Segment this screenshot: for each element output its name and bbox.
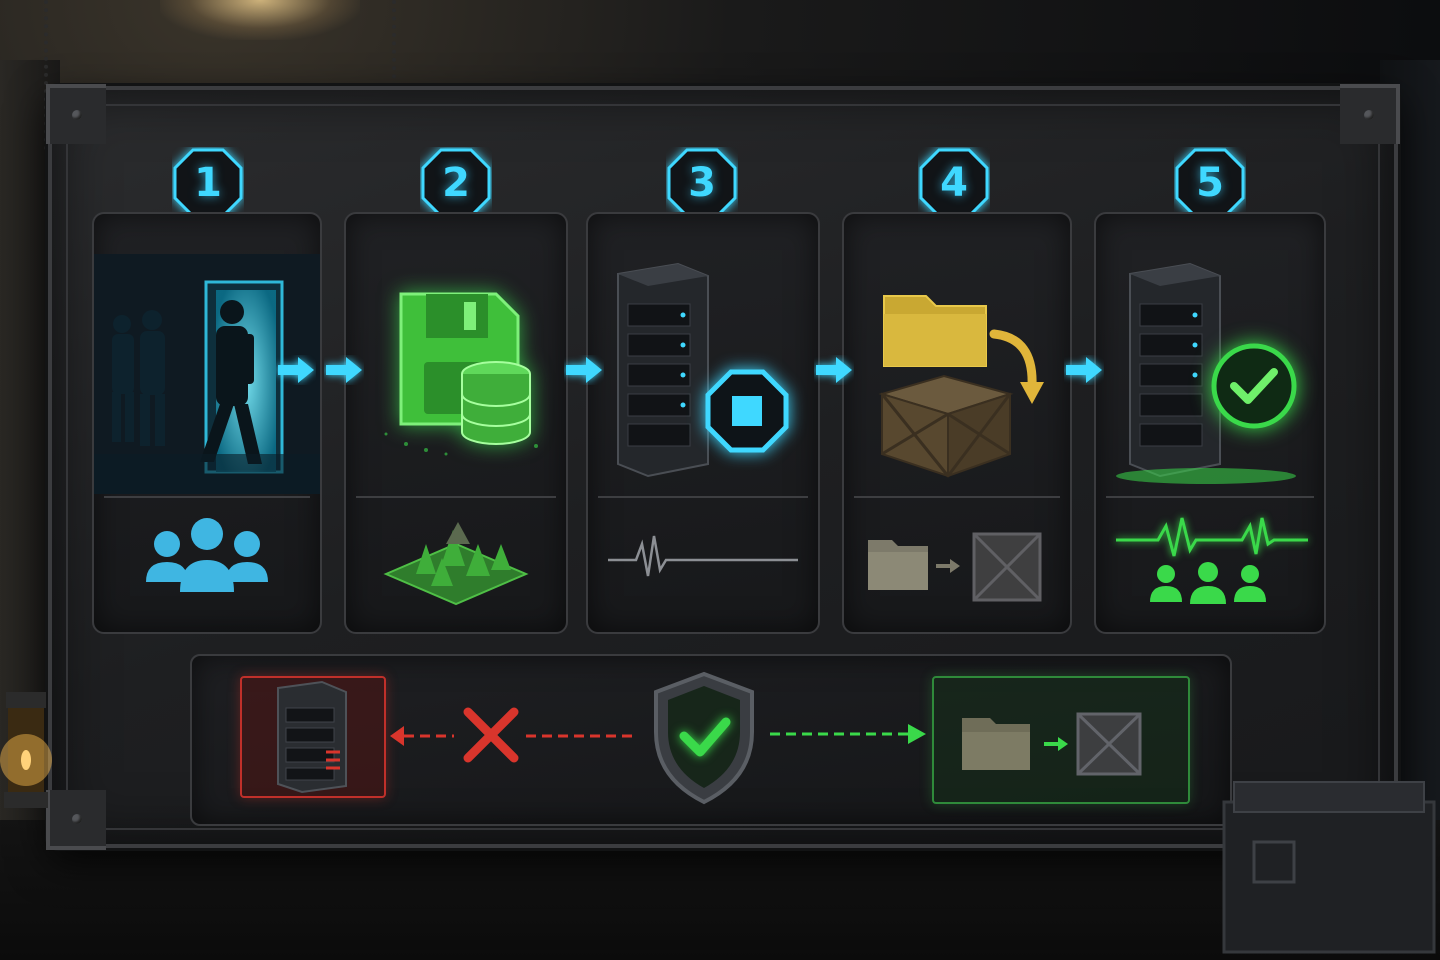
lantern-icon [0,692,52,808]
step-number: 2 [442,160,470,206]
server-stop-icon [617,262,789,478]
rivet [72,814,82,824]
heartbeat-users-icon [1116,517,1308,604]
folder-to-crate-icon [962,712,1142,776]
arrow-right-icon [1066,357,1102,383]
step-2-badge: 2 [420,147,492,219]
panel-divider [598,496,808,498]
step-3-panel [586,212,820,634]
server-check-icon [1116,262,1297,484]
bad-outcome-box [240,676,386,798]
rivet [1364,110,1374,120]
server-error-icon [277,680,347,794]
outcome-panel [190,654,1232,826]
step-1-badge: 1 [172,147,244,219]
step-number: 3 [688,160,716,206]
folder-arrow-crate-icon [868,532,1042,602]
step-number: 4 [940,160,968,206]
step-number: 1 [194,160,222,206]
red-x-icon [463,707,519,763]
ceiling-lamp-glow [160,0,360,40]
hanging-chain [392,0,406,95]
save-disk-database-icon [384,292,538,456]
forest-map-icon [383,522,529,606]
step-2-panel [344,212,568,634]
arrow-right-icon [816,357,852,383]
panel-divider [104,496,310,498]
metal-case-icon [1222,781,1436,954]
step-5-badge: 5 [1174,147,1246,219]
step-1-panel [92,212,322,634]
step-3-badge: 3 [666,147,738,219]
group-users-icon [146,518,268,592]
rivet [72,110,82,120]
folder-into-crate-icon [878,295,1044,478]
panel-divider [854,496,1060,498]
arrow-right-icon [278,357,314,383]
step-4-panel [842,212,1072,634]
arrow-right-icon [566,357,602,383]
panel-divider [356,496,556,498]
panel-divider [1106,496,1314,498]
flat-heartbeat-icon [608,535,798,577]
allowed-path-icon [770,724,926,744]
arrow-right-icon [326,357,362,383]
good-outcome-box [932,676,1190,804]
step-number: 5 [1196,160,1224,206]
step-5-panel [1094,212,1326,634]
shield-check-icon [654,671,754,805]
step-4-badge: 4 [918,147,990,219]
